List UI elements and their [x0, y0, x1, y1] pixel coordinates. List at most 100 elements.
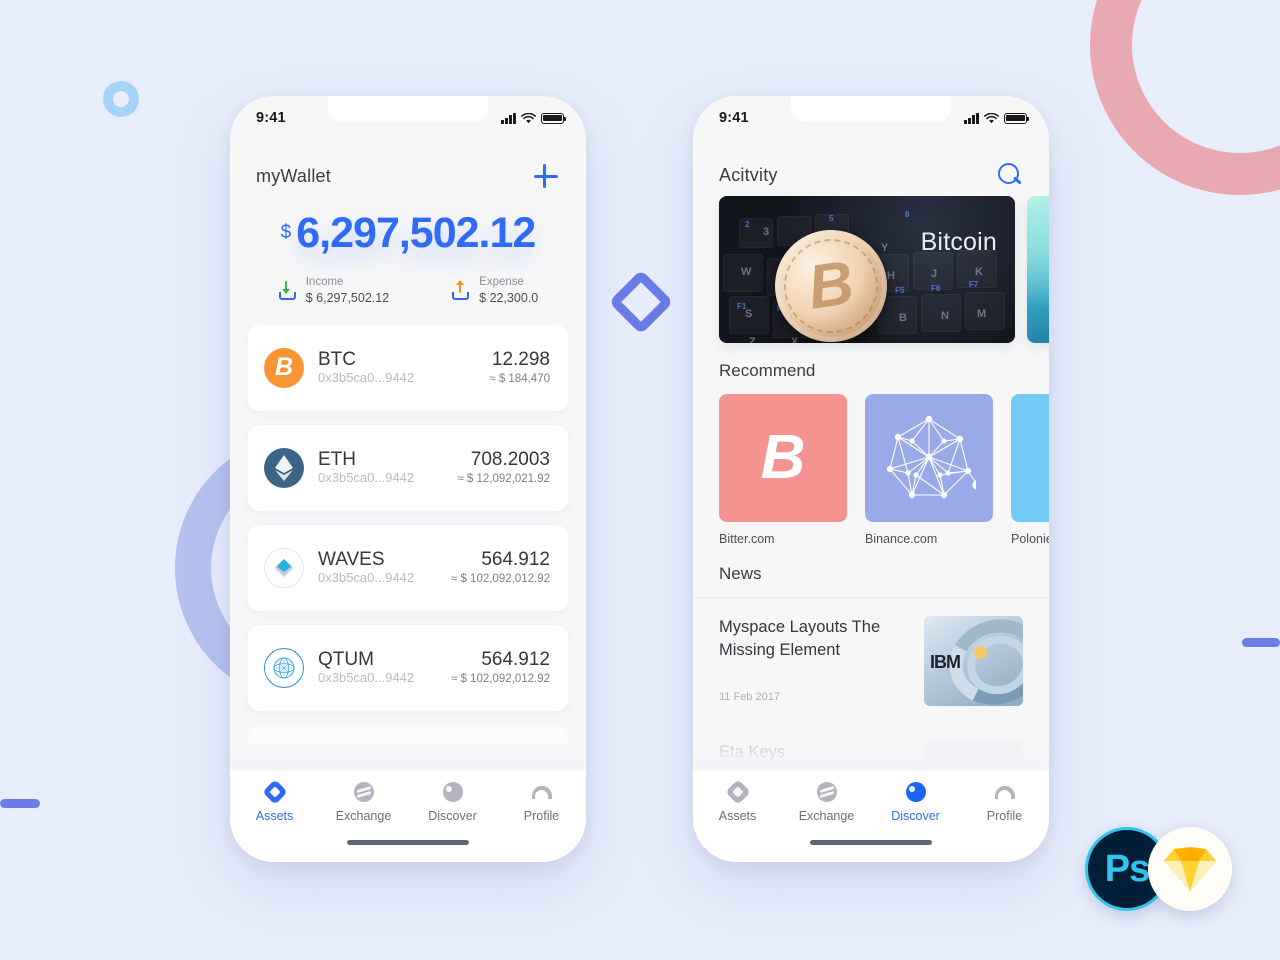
sketch-diamond-icon: [1164, 847, 1216, 891]
phone-mockup-activity: 9:41 Acitvity W S Z X H J K B N M Y 3 F1…: [693, 96, 1049, 862]
banner-aurora[interactable]: [1027, 196, 1049, 343]
tab-bar: Assets Exchange Discover Profile: [693, 770, 1049, 862]
search-icon[interactable]: [997, 162, 1023, 188]
wallet-screen: 9:41 myWallet $ 6,297,502.12 Income $ 6,…: [230, 96, 586, 862]
tab-discover[interactable]: Discover: [408, 782, 497, 823]
tab-label: Discover: [428, 809, 477, 823]
banner-caption: Bitcoin: [920, 228, 997, 256]
income-arrow-down-icon: [278, 281, 297, 301]
activity-header: Acitvity: [693, 140, 1049, 196]
plus-icon[interactable]: [532, 162, 560, 190]
table-row[interactable]: WAVES 0x3b5ca0...9442 564.912 ≈ $ 102,09…: [248, 524, 568, 611]
coin-symbol: ETH: [318, 448, 356, 470]
table-row[interactable]: ETH 0x3b5ca0...9442 708.2003 ≈ $ 12,092,…: [248, 424, 568, 511]
list-item-partial[interactable]: Eta Keys: [693, 722, 1049, 770]
news-headline: Eta Keys: [719, 743, 786, 761]
tab-profile[interactable]: Profile: [497, 782, 586, 823]
recommend-label: Binance.com: [865, 532, 938, 546]
aurora-photo: [1027, 196, 1049, 343]
banner-bitcoin[interactable]: W E S Z X H J K B N M Y 3: [719, 196, 1015, 343]
tab-label: Assets: [255, 809, 294, 823]
poloniex-icon: [1011, 394, 1049, 522]
recommend-label: Poloniex.com: [1011, 532, 1049, 546]
coin-address: 0x3b5ca0...9442: [318, 570, 415, 586]
tab-assets[interactable]: Assets: [230, 779, 319, 823]
wifi-icon: [984, 112, 999, 123]
news-thumbnail: [924, 741, 1023, 770]
home-indicator[interactable]: [347, 840, 469, 845]
activity-body[interactable]: W E S Z X H J K B N M Y 3: [693, 196, 1049, 770]
income-value: $ 6,297,502.12: [305, 291, 390, 306]
table-row[interactable]: QTUM 0x3b5ca0...9442 564.912 ≈ $ 102,092…: [248, 624, 568, 711]
expense-arrow-up-icon: [451, 280, 470, 301]
page-title: myWallet: [256, 165, 331, 186]
coin-list[interactable]: B BTC 0x3b5ca0...9442 12.298 ≈ $ 184,470: [230, 324, 586, 770]
coin-amount: 12.298: [491, 348, 550, 370]
battery-full-icon: [1004, 112, 1030, 124]
person-portrait-photo: [924, 741, 1023, 770]
list-item[interactable]: B Bitter.com: [719, 394, 847, 546]
news-list[interactable]: Myspace Layouts The Missing Element 11 F…: [693, 597, 1049, 770]
list-item[interactable]: Poloniex.com: [1011, 394, 1049, 546]
bitcoin-coin-on-keyboard-photo: W E S Z X H J K B N M Y 3: [719, 196, 1015, 343]
pink-arc-decoration: [1090, 0, 1280, 195]
coin-fiat: ≈ $ 102,092,012.92: [450, 572, 550, 585]
page-title: Acitvity: [719, 164, 778, 185]
tab-label: Discover: [891, 809, 940, 823]
binance-network-icon: [865, 394, 993, 522]
tab-label: Profile: [986, 809, 1023, 823]
table-row-partial[interactable]: [248, 724, 568, 770]
tab-exchange[interactable]: Exchange: [319, 782, 408, 823]
recommend-list[interactable]: B Bitter.com Binance.com Poloni: [693, 394, 1049, 546]
profile-person-icon: [531, 782, 552, 803]
list-item[interactable]: Myspace Layouts The Missing Element 11 F…: [693, 597, 1049, 722]
sketch-logo: [1148, 827, 1232, 911]
balance-row: $ 6,297,502.12: [230, 212, 586, 255]
coin-address: 0x3b5ca0...9442: [318, 370, 415, 386]
coin-fiat: ≈ $ 102,092,012.92: [450, 672, 550, 685]
tab-profile[interactable]: Profile: [960, 782, 1049, 823]
right-bar-decoration: [1242, 638, 1280, 647]
list-item[interactable]: Binance.com: [865, 394, 993, 546]
income-expense-row: Income $ 6,297,502.12 Expense $ 22,300.0: [230, 275, 586, 307]
home-indicator[interactable]: [810, 840, 932, 845]
tab-label: Profile: [523, 809, 560, 823]
bitcoin-coin-icon: B: [264, 347, 304, 388]
news-section-title: News: [719, 564, 762, 583]
tab-exchange[interactable]: Exchange: [782, 782, 871, 823]
device-notch: [328, 96, 488, 122]
coin-address: 0x3b5ca0...9442: [318, 670, 415, 686]
coin-amount: 564.912: [481, 548, 550, 570]
discover-circle-icon: [905, 782, 926, 802]
status-icons: [501, 112, 567, 124]
news-date: 11 Feb 2017: [719, 691, 780, 704]
tab-bar: Assets Exchange Discover Profile: [230, 770, 586, 862]
expense-value: $ 22,300.0: [479, 291, 539, 306]
coin-address: 0x3b5ca0...9442: [318, 470, 415, 486]
income-label: Income: [305, 276, 344, 288]
expense-label: Expense: [479, 276, 524, 288]
blue-circle-decoration: [103, 81, 139, 117]
balance-amount: 6,297,502.12: [296, 209, 536, 257]
diamond-decoration: [608, 269, 674, 335]
waves-coin-icon: [264, 547, 304, 588]
tab-assets[interactable]: Assets: [693, 779, 782, 823]
table-row[interactable]: B BTC 0x3b5ca0...9442 12.298 ≈ $ 184,470: [248, 324, 568, 411]
banner-carousel[interactable]: W E S Z X H J K B N M Y 3: [693, 196, 1049, 343]
tab-discover[interactable]: Discover: [871, 782, 960, 823]
balance-currency-symbol: $: [280, 222, 292, 243]
status-icons: [964, 112, 1030, 124]
assets-diamond-icon: [261, 779, 288, 805]
status-time: 9:41: [256, 110, 286, 126]
photoshop-logo-text: Ps: [1104, 847, 1150, 890]
ethereum-coin-icon: [264, 447, 304, 488]
activity-screen: 9:41 Acitvity W S Z X H J K B N M Y 3 F1…: [693, 96, 1049, 862]
coin-symbol: QTUM: [318, 648, 374, 670]
coin-fiat: ≈ $ 12,092,021.92: [457, 472, 550, 485]
profile-person-icon: [994, 782, 1015, 803]
income-summary: Income $ 6,297,502.12: [278, 275, 389, 307]
phone-mockup-wallet: 9:41 myWallet $ 6,297,502.12 Income $ 6,…: [230, 96, 586, 862]
news-headline: Myspace Layouts The Missing Element: [719, 618, 881, 659]
signal-bars-icon: [964, 112, 979, 124]
ibm-server-ring-photo: IBM: [924, 616, 1023, 706]
